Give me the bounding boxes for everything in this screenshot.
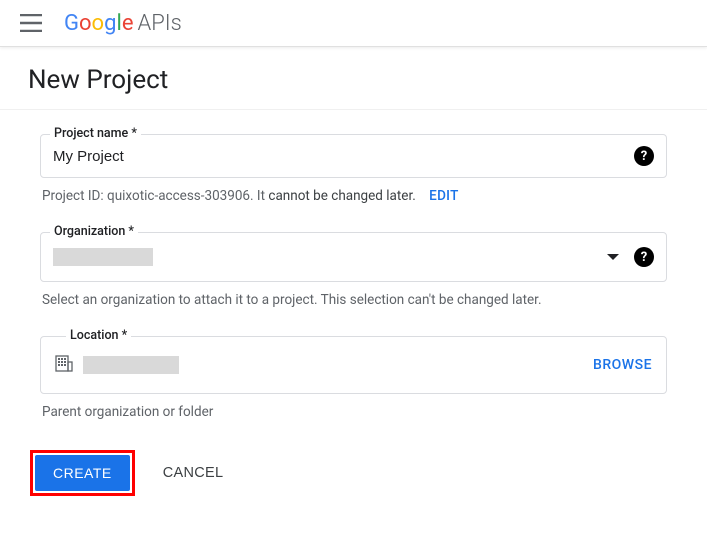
project-id-sep: . It bbox=[250, 188, 268, 204]
cancel-button[interactable]: CANCEL bbox=[159, 455, 228, 491]
location-label: Location * bbox=[66, 328, 131, 343]
edit-project-id-link[interactable]: EDIT bbox=[429, 188, 459, 204]
create-button[interactable]: CREATE bbox=[35, 455, 130, 491]
location-value-redacted bbox=[83, 356, 179, 374]
create-button-highlight: CREATE bbox=[30, 450, 135, 496]
chevron-down-icon[interactable] bbox=[606, 253, 620, 261]
browse-button[interactable]: BROWSE bbox=[593, 357, 652, 373]
organization-field-wrap: Organization * ? bbox=[40, 232, 667, 282]
location-field-wrap: Location * BROWSE bbox=[40, 336, 667, 394]
form-area: Project name * ? Project ID: quixotic-ac… bbox=[0, 110, 707, 440]
project-id-warning: cannot be changed later. bbox=[268, 188, 415, 204]
action-bar: CREATE CANCEL bbox=[0, 440, 707, 516]
location-hint: Parent organization or folder bbox=[42, 404, 665, 420]
project-id-value: quixotic-access-303906 bbox=[107, 188, 250, 204]
building-icon bbox=[55, 354, 73, 376]
project-id-prefix: Project ID: bbox=[42, 188, 107, 204]
project-name-field-wrap: Project name * ? bbox=[40, 134, 667, 178]
organization-help-icon[interactable]: ? bbox=[634, 247, 654, 267]
top-bar: Google APIs bbox=[0, 0, 707, 47]
project-name-label: Project name * bbox=[50, 126, 141, 141]
project-name-help-icon[interactable]: ? bbox=[634, 146, 654, 166]
hamburger-menu-icon[interactable] bbox=[16, 10, 46, 36]
google-apis-logo: Google APIs bbox=[64, 11, 182, 36]
organization-select[interactable]: ? bbox=[40, 232, 667, 282]
project-name-input[interactable] bbox=[53, 148, 634, 165]
organization-value-redacted bbox=[53, 248, 153, 266]
organization-hint: Select an organization to attach it to a… bbox=[42, 292, 665, 308]
location-box: BROWSE bbox=[40, 336, 667, 394]
project-id-row: Project ID: quixotic-access-303906. It c… bbox=[42, 188, 665, 204]
page-title: New Project bbox=[0, 47, 707, 110]
organization-label: Organization * bbox=[50, 224, 138, 239]
